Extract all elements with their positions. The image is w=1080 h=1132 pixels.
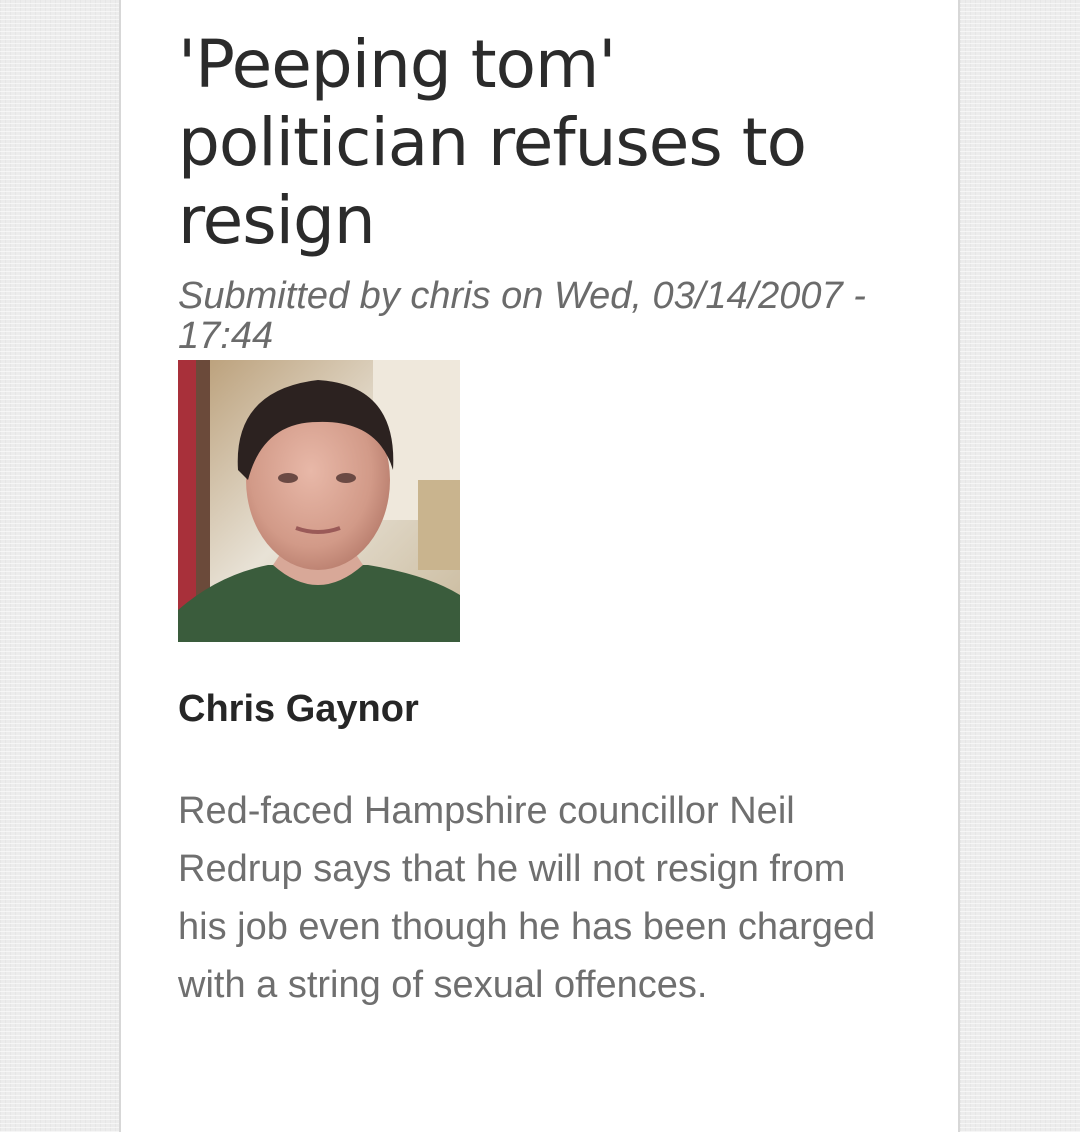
author-photo bbox=[178, 360, 460, 642]
article-title[interactable]: 'Peeping tom' politician refuses to resi… bbox=[178, 26, 888, 260]
article-body: Red-faced Hampshire councillor Neil Redr… bbox=[178, 790, 876, 1006]
content-column: 'Peeping tom' politician refuses to resi… bbox=[119, 0, 960, 1132]
submitted-byline: Submitted by chris on Wed, 03/14/2007 - … bbox=[178, 275, 866, 357]
article: 'Peeping tom' politician refuses to resi… bbox=[178, 26, 908, 1014]
author-name: Chris Gaynor bbox=[178, 688, 419, 730]
